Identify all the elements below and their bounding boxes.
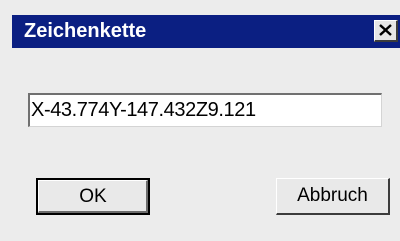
close-icon bbox=[379, 24, 392, 36]
dialog-body: OK Abbruch bbox=[12, 48, 400, 241]
cancel-button-label: Abbruch bbox=[297, 185, 368, 206]
dialog-window: Zeichenkette OK Abbruch bbox=[0, 0, 400, 241]
close-button[interactable] bbox=[374, 20, 398, 42]
ok-button-label: OK bbox=[79, 185, 107, 207]
string-input[interactable] bbox=[28, 93, 382, 127]
title-bar[interactable]: Zeichenkette bbox=[12, 15, 400, 48]
dialog-title: Zeichenkette bbox=[24, 20, 147, 42]
cancel-button[interactable]: Abbruch bbox=[276, 178, 390, 215]
ok-button[interactable]: OK bbox=[36, 178, 150, 215]
